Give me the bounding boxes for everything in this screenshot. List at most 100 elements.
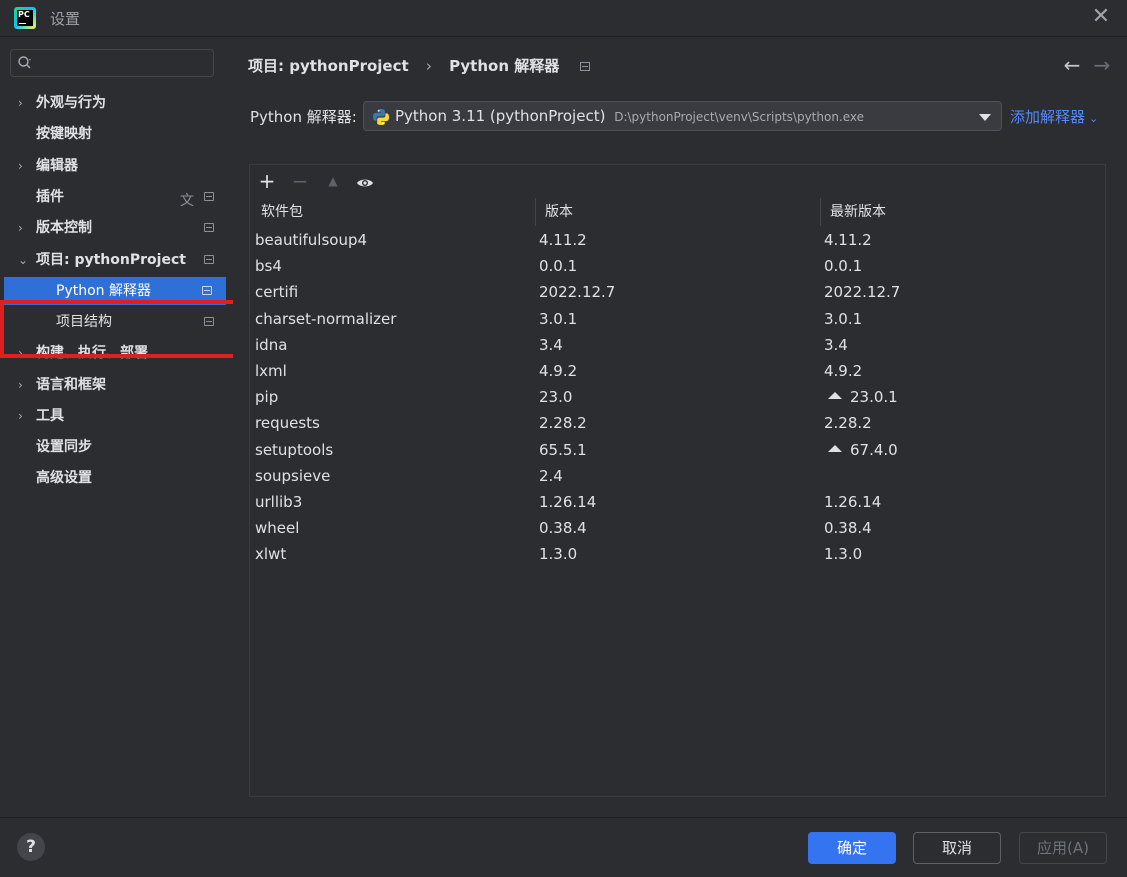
- sidebar-item-label: 设置同步: [36, 439, 92, 455]
- package-name-cell: requests: [255, 414, 320, 432]
- sidebar-item-label: 项目: pythonProject: [36, 252, 186, 268]
- table-row[interactable]: requests 2.28.2 2.28.2: [250, 410, 1105, 436]
- install-package-button[interactable]: +: [254, 168, 280, 194]
- chevron-right-icon[interactable]: ›: [18, 402, 30, 430]
- package-latest-version-cell: 4.11.2: [824, 227, 872, 253]
- package-name-cell: xlwt: [255, 545, 287, 563]
- sidebar-item[interactable]: 高级设置: [0, 464, 232, 492]
- project-scope-icon: [204, 317, 214, 326]
- project-scope-icon: [204, 192, 214, 201]
- column-header-version[interactable]: 版本: [545, 198, 573, 226]
- packages-panel: + − ▲ 软件包 版本 最新版本 beautifulsoup4 4.11.2 4.…: [249, 164, 1106, 797]
- sidebar-item[interactable]: 项目结构: [0, 308, 232, 336]
- sidebar-item[interactable]: › 外观与行为: [0, 89, 232, 117]
- ok-button[interactable]: 确定: [808, 832, 896, 864]
- table-row[interactable]: urllib3 1.26.14 1.26.14: [250, 489, 1105, 515]
- chevron-right-icon[interactable]: ›: [18, 214, 30, 242]
- sidebar-item[interactable]: ⌄ 项目: pythonProject: [0, 246, 232, 274]
- package-version-cell: 2.28.2: [539, 414, 587, 432]
- column-header-latest-version[interactable]: 最新版本: [830, 198, 886, 226]
- package-latest-version-cell: 1.3.0: [824, 541, 862, 567]
- package-latest-version-cell: 3.0.1: [824, 306, 862, 332]
- package-version-cell: 0.0.1: [539, 257, 578, 275]
- sidebar-item-label: 外观与行为: [36, 95, 106, 111]
- history-nav: ← →: [1057, 53, 1117, 77]
- table-row[interactable]: pip 23.0 23.0.1: [250, 384, 1105, 410]
- latest-version-text: 1.26.14: [824, 493, 882, 511]
- table-row[interactable]: bs4 0.0.1 0.0.1: [250, 253, 1105, 279]
- apply-button[interactable]: 应用(A): [1019, 832, 1107, 864]
- upgrade-package-button[interactable]: ▲: [320, 168, 346, 194]
- latest-version-text: 4.11.2: [824, 231, 872, 249]
- chevron-right-icon[interactable]: ›: [18, 152, 30, 180]
- column-divider[interactable]: [820, 198, 821, 226]
- package-latest-version-cell: 67.4.0: [824, 437, 898, 463]
- package-latest-version-cell: 1.26.14: [824, 489, 881, 515]
- breadcrumb-project[interactable]: 项目: pythonProject: [248, 55, 409, 76]
- close-button[interactable]: ✕: [1089, 6, 1113, 30]
- help-button[interactable]: ?: [17, 833, 45, 861]
- sidebar-item[interactable]: › 编辑器: [0, 152, 232, 180]
- table-row[interactable]: setuptools 65.5.1 67.4.0: [250, 437, 1105, 463]
- project-scope-icon: [204, 223, 214, 232]
- settings-search-input[interactable]: [41, 53, 213, 75]
- project-scope-icon: [202, 286, 212, 295]
- sidebar-item[interactable]: Python 解释器: [4, 277, 226, 305]
- dialog-footer: ? 确定 取消 应用(A): [0, 817, 1127, 877]
- latest-version-text: 3.4: [824, 336, 848, 354]
- package-name-cell: setuptools: [255, 441, 334, 459]
- sidebar-item[interactable]: › 构建、执行、部署: [0, 339, 232, 367]
- latest-version-text: 2.28.2: [824, 414, 872, 432]
- cancel-button[interactable]: 取消: [913, 832, 1001, 864]
- table-row[interactable]: xlwt 1.3.0 1.3.0: [250, 541, 1105, 567]
- package-latest-version-cell: 2.28.2: [824, 410, 872, 436]
- package-name-cell: charset-normalizer: [255, 310, 397, 328]
- package-latest-version-cell: 2022.12.7: [824, 279, 900, 305]
- sidebar-item[interactable]: › 工具: [0, 402, 232, 430]
- add-interpreter-link[interactable]: 添加解释器 ⌄: [1010, 106, 1098, 127]
- add-interpreter-label: 添加解释器: [1010, 108, 1086, 126]
- package-version-cell: 2022.12.7: [539, 283, 616, 301]
- chevron-right-icon[interactable]: ›: [18, 371, 30, 399]
- table-row[interactable]: soupsieve 2.4: [250, 463, 1105, 489]
- packages-toolbar: + − ▲: [250, 165, 1105, 197]
- sidebar-item[interactable]: 按键映射: [0, 120, 232, 148]
- package-name-cell: beautifulsoup4: [255, 231, 368, 249]
- latest-version-text: 4.9.2: [824, 362, 863, 380]
- table-row[interactable]: certifi 2022.12.7 2022.12.7: [250, 279, 1105, 305]
- interpreter-dropdown[interactable]: Python 3.11 (pythonProject) D:\pythonPro…: [363, 101, 1002, 131]
- table-row[interactable]: lxml 4.9.2 4.9.2: [250, 358, 1105, 384]
- sidebar-item[interactable]: 插件 文: [0, 183, 232, 211]
- table-row[interactable]: idna 3.4 3.4: [250, 332, 1105, 358]
- package-version-cell: 4.11.2: [539, 231, 587, 249]
- column-header-package[interactable]: 软件包: [261, 198, 303, 226]
- chevron-right-icon[interactable]: ›: [18, 339, 30, 367]
- sidebar-item-label: 插件: [36, 189, 64, 205]
- sidebar-item[interactable]: › 版本控制: [0, 214, 232, 242]
- sidebar-item[interactable]: › 语言和框架: [0, 371, 232, 399]
- package-version-cell: 23.0: [539, 388, 573, 406]
- settings-search-box[interactable]: [10, 49, 214, 77]
- package-version-cell: 3.4: [539, 336, 563, 354]
- table-row[interactable]: charset-normalizer 3.0.1 3.0.1: [250, 306, 1105, 332]
- forward-arrow-icon[interactable]: →: [1087, 53, 1117, 77]
- column-divider[interactable]: [535, 198, 536, 226]
- sidebar-item[interactable]: 设置同步: [0, 433, 232, 461]
- project-scope-icon: [580, 62, 591, 71]
- package-name-cell: urllib3: [255, 493, 303, 511]
- package-latest-version-cell: 3.4: [824, 332, 848, 358]
- title-bar: PC 设置 ✕: [0, 0, 1127, 36]
- interpreter-name: Python 3.11 (pythonProject): [395, 107, 606, 125]
- chevron-down-icon[interactable]: ⌄: [18, 246, 30, 274]
- package-latest-version-cell: 23.0.1: [824, 384, 898, 410]
- table-row[interactable]: beautifulsoup4 4.11.2 4.11.2: [250, 227, 1105, 253]
- package-version-cell: 3.0.1: [539, 310, 578, 328]
- show-early-releases-button[interactable]: [352, 168, 378, 194]
- table-row[interactable]: wheel 0.38.4 0.38.4: [250, 515, 1105, 541]
- window-title: 设置: [50, 10, 81, 28]
- dropdown-caret-icon: [979, 114, 991, 121]
- back-arrow-icon[interactable]: ←: [1057, 53, 1087, 77]
- uninstall-package-button[interactable]: −: [287, 168, 313, 194]
- chevron-right-icon[interactable]: ›: [18, 89, 30, 117]
- sidebar-item-label: 版本控制: [36, 220, 92, 236]
